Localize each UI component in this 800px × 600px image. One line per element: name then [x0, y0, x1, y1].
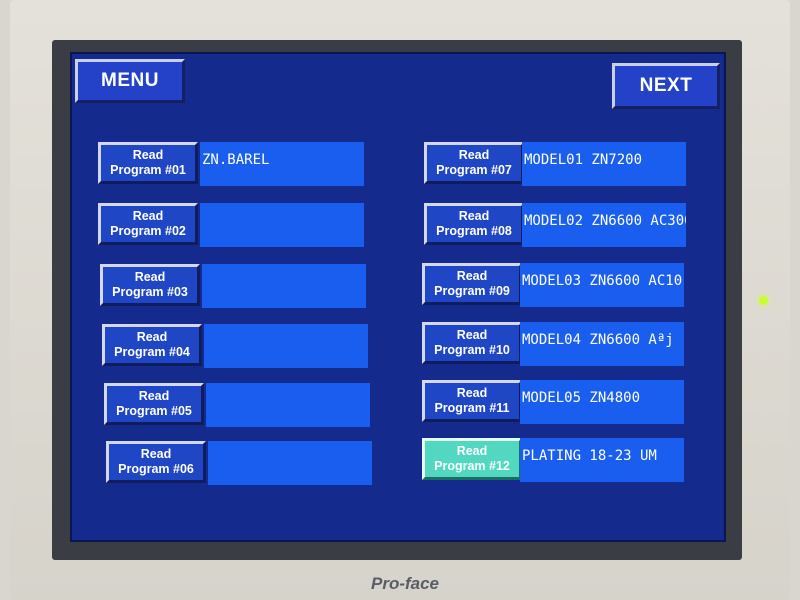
read-label: Read [132, 148, 164, 162]
program-row-08: Read Program #08 MODEL02 ZN6600 AC300 [424, 203, 690, 249]
read-label: Read [456, 386, 488, 400]
read-label: Read [456, 328, 488, 342]
program-name-field: MODEL02 ZN6600 AC300 [522, 203, 686, 247]
program-label: Program #07 [436, 163, 512, 177]
read-label: Read [134, 270, 166, 284]
read-program-11-button[interactable]: Read Program #11 [422, 380, 522, 422]
program-row-11: Read Program #11 MODEL05 ZN4800 [422, 380, 688, 426]
program-label: Program #09 [434, 284, 510, 298]
program-label: Program #10 [434, 343, 510, 357]
program-row-12: Read Program #12 PLATING 18-23 UM [422, 438, 688, 484]
program-name-field: PLATING 18-23 UM [520, 438, 684, 482]
program-row-09: Read Program #09 MODEL03 ZN6600 AC10 [422, 263, 688, 309]
program-label: Program #06 [118, 462, 194, 476]
program-row-06: Read Program #06 [106, 441, 376, 487]
read-label: Read [456, 269, 488, 283]
program-name-field [206, 383, 370, 427]
program-name-field: MODEL01 ZN7200 [522, 142, 686, 186]
program-name-field: MODEL03 ZN6600 AC10 [520, 263, 684, 307]
read-label: Read [456, 444, 488, 458]
program-row-10: Read Program #10 MODEL04 ZN6600 Aªj [422, 322, 688, 368]
read-program-04-button[interactable]: Read Program #04 [102, 324, 202, 366]
program-label: Program #08 [436, 224, 512, 238]
hmi-screen: MENU NEXT Read Program #01 ZN.BAREL Read… [70, 52, 726, 542]
read-label: Read [136, 330, 168, 344]
program-label: Program #12 [434, 459, 510, 473]
next-button[interactable]: NEXT [612, 63, 720, 109]
read-label: Read [138, 389, 170, 403]
read-program-08-button[interactable]: Read Program #08 [424, 203, 524, 245]
brand-logo: Pro-face [370, 574, 440, 593]
read-program-05-button[interactable]: Read Program #05 [104, 383, 204, 425]
read-label: Read [458, 209, 490, 223]
program-row-04: Read Program #04 [102, 324, 372, 370]
read-program-03-button[interactable]: Read Program #03 [100, 264, 200, 306]
program-name-field [200, 203, 364, 247]
program-row-07: Read Program #07 MODEL01 ZN7200 [424, 142, 690, 188]
read-program-07-button[interactable]: Read Program #07 [424, 142, 524, 184]
program-name-field [202, 264, 366, 308]
program-label: Program #04 [114, 345, 190, 359]
read-program-09-button[interactable]: Read Program #09 [422, 263, 522, 305]
read-program-01-button[interactable]: Read Program #01 [98, 142, 198, 184]
program-label: Program #01 [110, 163, 186, 177]
program-name-field: MODEL04 ZN6600 Aªj [520, 322, 684, 366]
read-program-02-button[interactable]: Read Program #02 [98, 203, 198, 245]
read-label: Read [132, 209, 164, 223]
program-row-02: Read Program #02 [98, 203, 368, 249]
read-label: Read [458, 148, 490, 162]
program-name-field [208, 441, 372, 485]
read-program-06-button[interactable]: Read Program #06 [106, 441, 206, 483]
program-name-field: ZN.BAREL [200, 142, 364, 186]
menu-button[interactable]: MENU [75, 59, 185, 103]
read-program-10-button[interactable]: Read Program #10 [422, 322, 522, 364]
program-label: Program #02 [110, 224, 186, 238]
program-label: Program #05 [116, 404, 192, 418]
program-label: Program #03 [112, 285, 188, 299]
program-name-field [204, 324, 368, 368]
program-name-field: MODEL05 ZN4800 [520, 380, 684, 424]
program-row-01: Read Program #01 ZN.BAREL [98, 142, 368, 188]
power-led-indicator [759, 296, 768, 305]
read-program-12-button[interactable]: Read Program #12 [422, 438, 522, 480]
program-row-03: Read Program #03 [100, 264, 370, 310]
read-label: Read [140, 447, 172, 461]
program-label: Program #11 [434, 401, 510, 415]
program-row-05: Read Program #05 [104, 383, 374, 429]
